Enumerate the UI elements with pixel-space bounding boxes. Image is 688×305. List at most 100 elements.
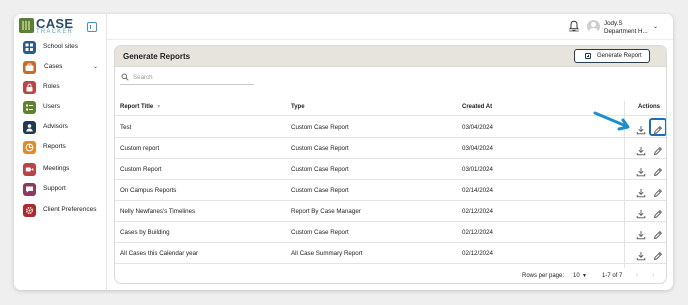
lock-icon	[23, 81, 36, 94]
sidebar-item-roles[interactable]: Roles	[23, 81, 103, 97]
callout-arrow-icon	[593, 111, 630, 131]
edit-pencil-icon[interactable]	[653, 248, 663, 260]
user-name: Jody.S	[604, 20, 623, 27]
cell-created-at: 03/04/2024	[462, 124, 493, 131]
table-row[interactable]: On Campus Reports Custom Case Report 02/14…	[115, 180, 666, 201]
cell-created-at: 02/12/2024	[462, 250, 493, 257]
briefcase-icon	[23, 61, 36, 74]
generate-report-label: Generate Report	[597, 52, 642, 59]
rows-per-page-select[interactable]: 10	[573, 273, 580, 279]
sidebar-item-users[interactable]: Users	[23, 101, 103, 117]
sidebar-item-label: School sites	[43, 43, 79, 50]
sidebar-item-label: Cases	[44, 63, 63, 70]
cell-report-type: Report By Case Manager	[291, 208, 361, 215]
bell-icon[interactable]	[568, 20, 580, 32]
cell-report-title: All Cases this Calendar year	[120, 250, 199, 257]
logo-mark-icon	[19, 18, 34, 33]
settings-icon	[23, 204, 36, 217]
edit-pencil-icon[interactable]	[653, 185, 663, 197]
sidebar-item-advisors[interactable]: Advisors	[23, 121, 103, 137]
cell-created-at: 03/04/2024	[462, 145, 493, 152]
sidebar-item-label: Advisors	[43, 123, 68, 130]
column-header-title-label: Report Title	[120, 104, 154, 110]
caret-down-icon[interactable]: ▼	[582, 273, 587, 279]
advisor-icon	[23, 121, 36, 134]
edit-pencil-icon[interactable]	[653, 227, 663, 239]
sidebar-item-support[interactable]: Support	[23, 183, 103, 199]
cell-report-title: Test	[120, 124, 132, 131]
cell-report-type: All Case Summary Report	[291, 250, 363, 257]
table-header: Report Title ▼ Type Created At Actions	[115, 101, 666, 116]
sidebar-item-reports[interactable]: Reports	[23, 141, 103, 157]
chevron-down-icon[interactable]: ⌄	[93, 63, 98, 70]
table-row[interactable]: Custom Report Custom Case Report 03/01/202…	[115, 159, 666, 180]
column-header-actions: Actions	[638, 104, 661, 110]
cell-report-type: Custom Case Report	[291, 187, 349, 194]
card-header: Generate Reports Generate Report	[115, 46, 666, 67]
sidebar-item-label: Meetings	[43, 165, 70, 172]
cell-report-type: Custom Case Report	[291, 166, 349, 173]
download-icon[interactable]	[636, 185, 646, 198]
sort-arrow-icon[interactable]: ▼	[156, 104, 161, 110]
logo-text-tracker: TRACKER	[36, 29, 74, 35]
cell-report-title: Custom Report	[120, 166, 162, 173]
sidebar-item-meetings[interactable]: Meetings	[23, 163, 103, 179]
download-icon[interactable]	[636, 248, 646, 261]
sidebar: CASE TRACKER School sites Cases ⌄ Roles …	[14, 14, 107, 290]
sidebar-item-label: Client Preferences	[43, 206, 97, 213]
previous-page-icon[interactable]: ‹	[636, 272, 638, 279]
edit-pencil-icon[interactable]	[653, 122, 663, 134]
edit-pencil-icon[interactable]	[653, 143, 663, 155]
cell-created-at: 02/14/2024	[462, 187, 493, 194]
cell-report-type: Custom Case Report	[291, 124, 349, 131]
sidebar-collapse-icon[interactable]	[87, 22, 97, 32]
sidebar-item-school-sites[interactable]: School sites	[23, 41, 103, 57]
search-bar[interactable]	[120, 72, 254, 85]
sidebar-item-cases[interactable]: Cases ⌄	[23, 61, 103, 77]
app-window: CASE TRACKER School sites Cases ⌄ Roles …	[14, 14, 673, 290]
cell-report-type: Custom Case Report	[291, 229, 349, 236]
table-row[interactable]: Custom report Custom Case Report 03/04/202…	[115, 138, 666, 159]
download-icon[interactable]	[636, 122, 646, 135]
next-page-icon[interactable]: ›	[652, 272, 654, 279]
table-row[interactable]: Nelly Newfanes's Timelines Report By Case…	[115, 201, 666, 222]
pagination-range: 1-7 of 7	[602, 273, 623, 279]
edit-pencil-icon[interactable]	[653, 164, 663, 176]
case-tracker-logo[interactable]: CASE TRACKER	[19, 16, 77, 38]
topbar: Jody.S Department H... ⌄	[107, 14, 673, 40]
column-header-title[interactable]: Report Title ▼	[120, 104, 161, 110]
sidebar-item-client-preferences[interactable]: Client Preferences	[23, 204, 103, 220]
cell-report-title: On Campus Reports	[120, 187, 177, 194]
plus-box-icon	[585, 53, 591, 59]
table-row[interactable]: Test Custom Case Report 03/04/2024	[115, 117, 666, 138]
cell-report-title: Cases by Building	[120, 229, 170, 236]
download-icon[interactable]	[636, 143, 646, 156]
table-row[interactable]: All Cases this Calendar year All Case Sum…	[115, 243, 666, 264]
user-role: Department H...	[604, 28, 648, 35]
sidebar-item-label: Reports	[43, 143, 66, 150]
table-row[interactable]: Cases by Building Custom Case Report 02/12…	[115, 222, 666, 243]
column-header-type: Type	[291, 104, 305, 110]
chat-icon	[23, 183, 36, 196]
reports-card: Generate Reports Generate Report Report …	[114, 45, 667, 284]
school-grid-icon	[23, 41, 36, 54]
generate-report-button[interactable]: Generate Report	[574, 49, 650, 63]
cell-report-title: Nelly Newfanes's Timelines	[120, 208, 196, 215]
download-icon[interactable]	[636, 227, 646, 240]
download-icon[interactable]	[636, 164, 646, 177]
cell-report-type: Custom Case Report	[291, 145, 349, 152]
rows-per-page-label: Rows per page:	[522, 273, 565, 279]
search-input[interactable]	[133, 72, 251, 83]
cell-created-at: 02/12/2024	[462, 208, 493, 215]
cell-created-at: 02/12/2024	[462, 229, 493, 236]
cell-created-at: 03/01/2024	[462, 166, 493, 173]
avatar[interactable]	[587, 20, 600, 33]
video-icon	[23, 163, 36, 176]
edit-pencil-icon[interactable]	[653, 206, 663, 218]
cell-report-title: Custom report	[120, 145, 160, 152]
download-icon[interactable]	[636, 206, 646, 219]
reports-icon	[23, 141, 36, 154]
pagination: Rows per page: 10 ▼ 1-7 of 7 ‹ ›	[115, 268, 666, 283]
user-menu-chevron-icon[interactable]: ⌄	[653, 23, 658, 30]
column-header-created: Created At	[462, 104, 493, 110]
